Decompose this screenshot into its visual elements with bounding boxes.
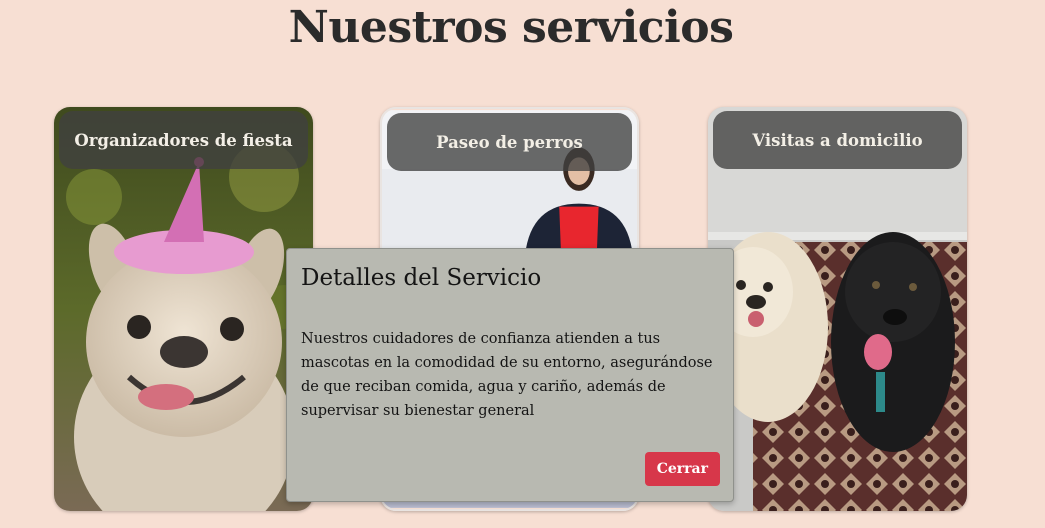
service-card-home-visits[interactable]: Visitas a domicilio bbox=[708, 107, 967, 511]
card-label: Organizadores de fiesta bbox=[59, 111, 308, 169]
page-title: Nuestros servicios bbox=[288, 2, 734, 53]
modal-description: Nuestros cuidadores de confianza atiende… bbox=[301, 331, 713, 419]
close-button[interactable]: Cerrar bbox=[644, 452, 720, 486]
card-label: Visitas a domicilio bbox=[713, 111, 962, 169]
service-card-party[interactable]: Organizadores de fiesta bbox=[54, 107, 313, 511]
modal-title: Detalles del Servicio bbox=[301, 265, 542, 291]
card-label: Paseo de perros bbox=[387, 113, 632, 171]
service-details-modal: Detalles del Servicio Nuestros cuidadore… bbox=[286, 248, 734, 502]
